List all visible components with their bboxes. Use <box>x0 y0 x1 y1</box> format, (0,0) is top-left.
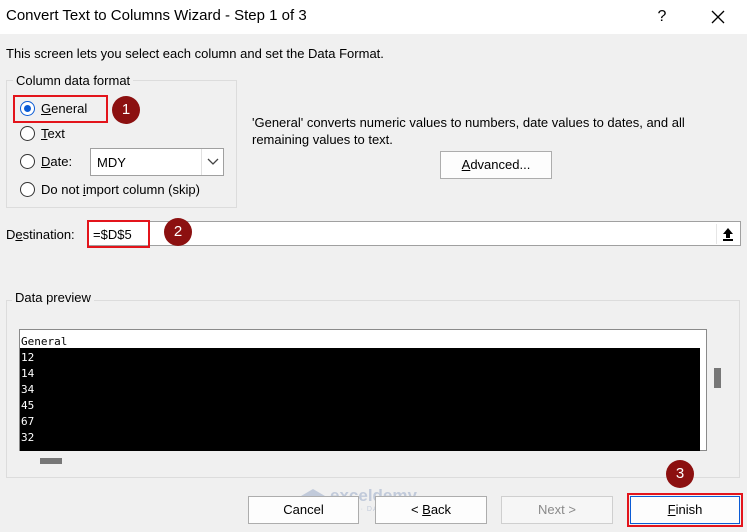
preview-row: 12 <box>21 351 35 364</box>
radio-date-button[interactable] <box>20 154 35 169</box>
preview-row: 32 <box>21 431 35 444</box>
data-preview-grid[interactable]: General 12 14 34 45 67 32 <box>19 329 707 451</box>
data-preview-title: Data preview <box>12 290 94 305</box>
radio-text-button[interactable] <box>20 126 35 141</box>
preview-header: General <box>21 335 68 348</box>
radio-skip[interactable]: Do not import column (skip) <box>20 182 200 197</box>
back-button[interactable]: < Back <box>375 496 487 524</box>
preview-row: 14 <box>21 367 35 380</box>
cancel-button[interactable]: Cancel <box>248 496 359 524</box>
radio-skip-button[interactable] <box>20 182 35 197</box>
annotation-marker-1: 1 <box>112 96 140 124</box>
radio-date-label: Date: <box>41 154 73 169</box>
highlight-destination <box>87 220 150 248</box>
help-button[interactable]: ? <box>648 4 676 30</box>
format-description: 'General' converts numeric values to num… <box>252 115 685 147</box>
window-title: Convert Text to Columns Wizard - Step 1 … <box>6 7 307 24</box>
vertical-scrollbar-thumb[interactable] <box>714 368 721 388</box>
horizontal-scrollbar-thumb[interactable] <box>40 458 62 464</box>
annotation-marker-3: 3 <box>666 460 694 488</box>
preview-row: 67 <box>21 415 35 428</box>
intro-text: This screen lets you select each column … <box>6 46 384 61</box>
preview-row: 34 <box>21 383 35 396</box>
upload-arrow-icon <box>723 228 733 241</box>
preview-selected-column: 12 14 34 45 67 32 <box>20 348 700 451</box>
annotation-marker-2: 2 <box>164 218 192 246</box>
close-icon <box>711 10 725 24</box>
highlight-finish <box>627 493 743 527</box>
highlight-general <box>13 95 108 123</box>
date-format-select[interactable]: MDY <box>90 148 224 176</box>
preview-row: 45 <box>21 399 35 412</box>
chevron-down-icon[interactable] <box>201 149 223 175</box>
radio-text[interactable]: Text <box>20 126 65 141</box>
column-format-title: Column data format <box>13 73 134 88</box>
radio-text-label: Text <box>41 126 65 141</box>
date-format-value: MDY <box>97 155 126 170</box>
next-button[interactable]: Next > <box>501 496 613 524</box>
collapse-dialog-button[interactable] <box>716 224 738 244</box>
advanced-button[interactable]: Advanced... <box>440 151 552 179</box>
close-button[interactable] <box>700 4 736 30</box>
radio-date[interactable]: Date: <box>20 154 72 169</box>
destination-label: Destination: <box>6 227 75 242</box>
radio-skip-label: Do not import column (skip) <box>41 182 200 197</box>
